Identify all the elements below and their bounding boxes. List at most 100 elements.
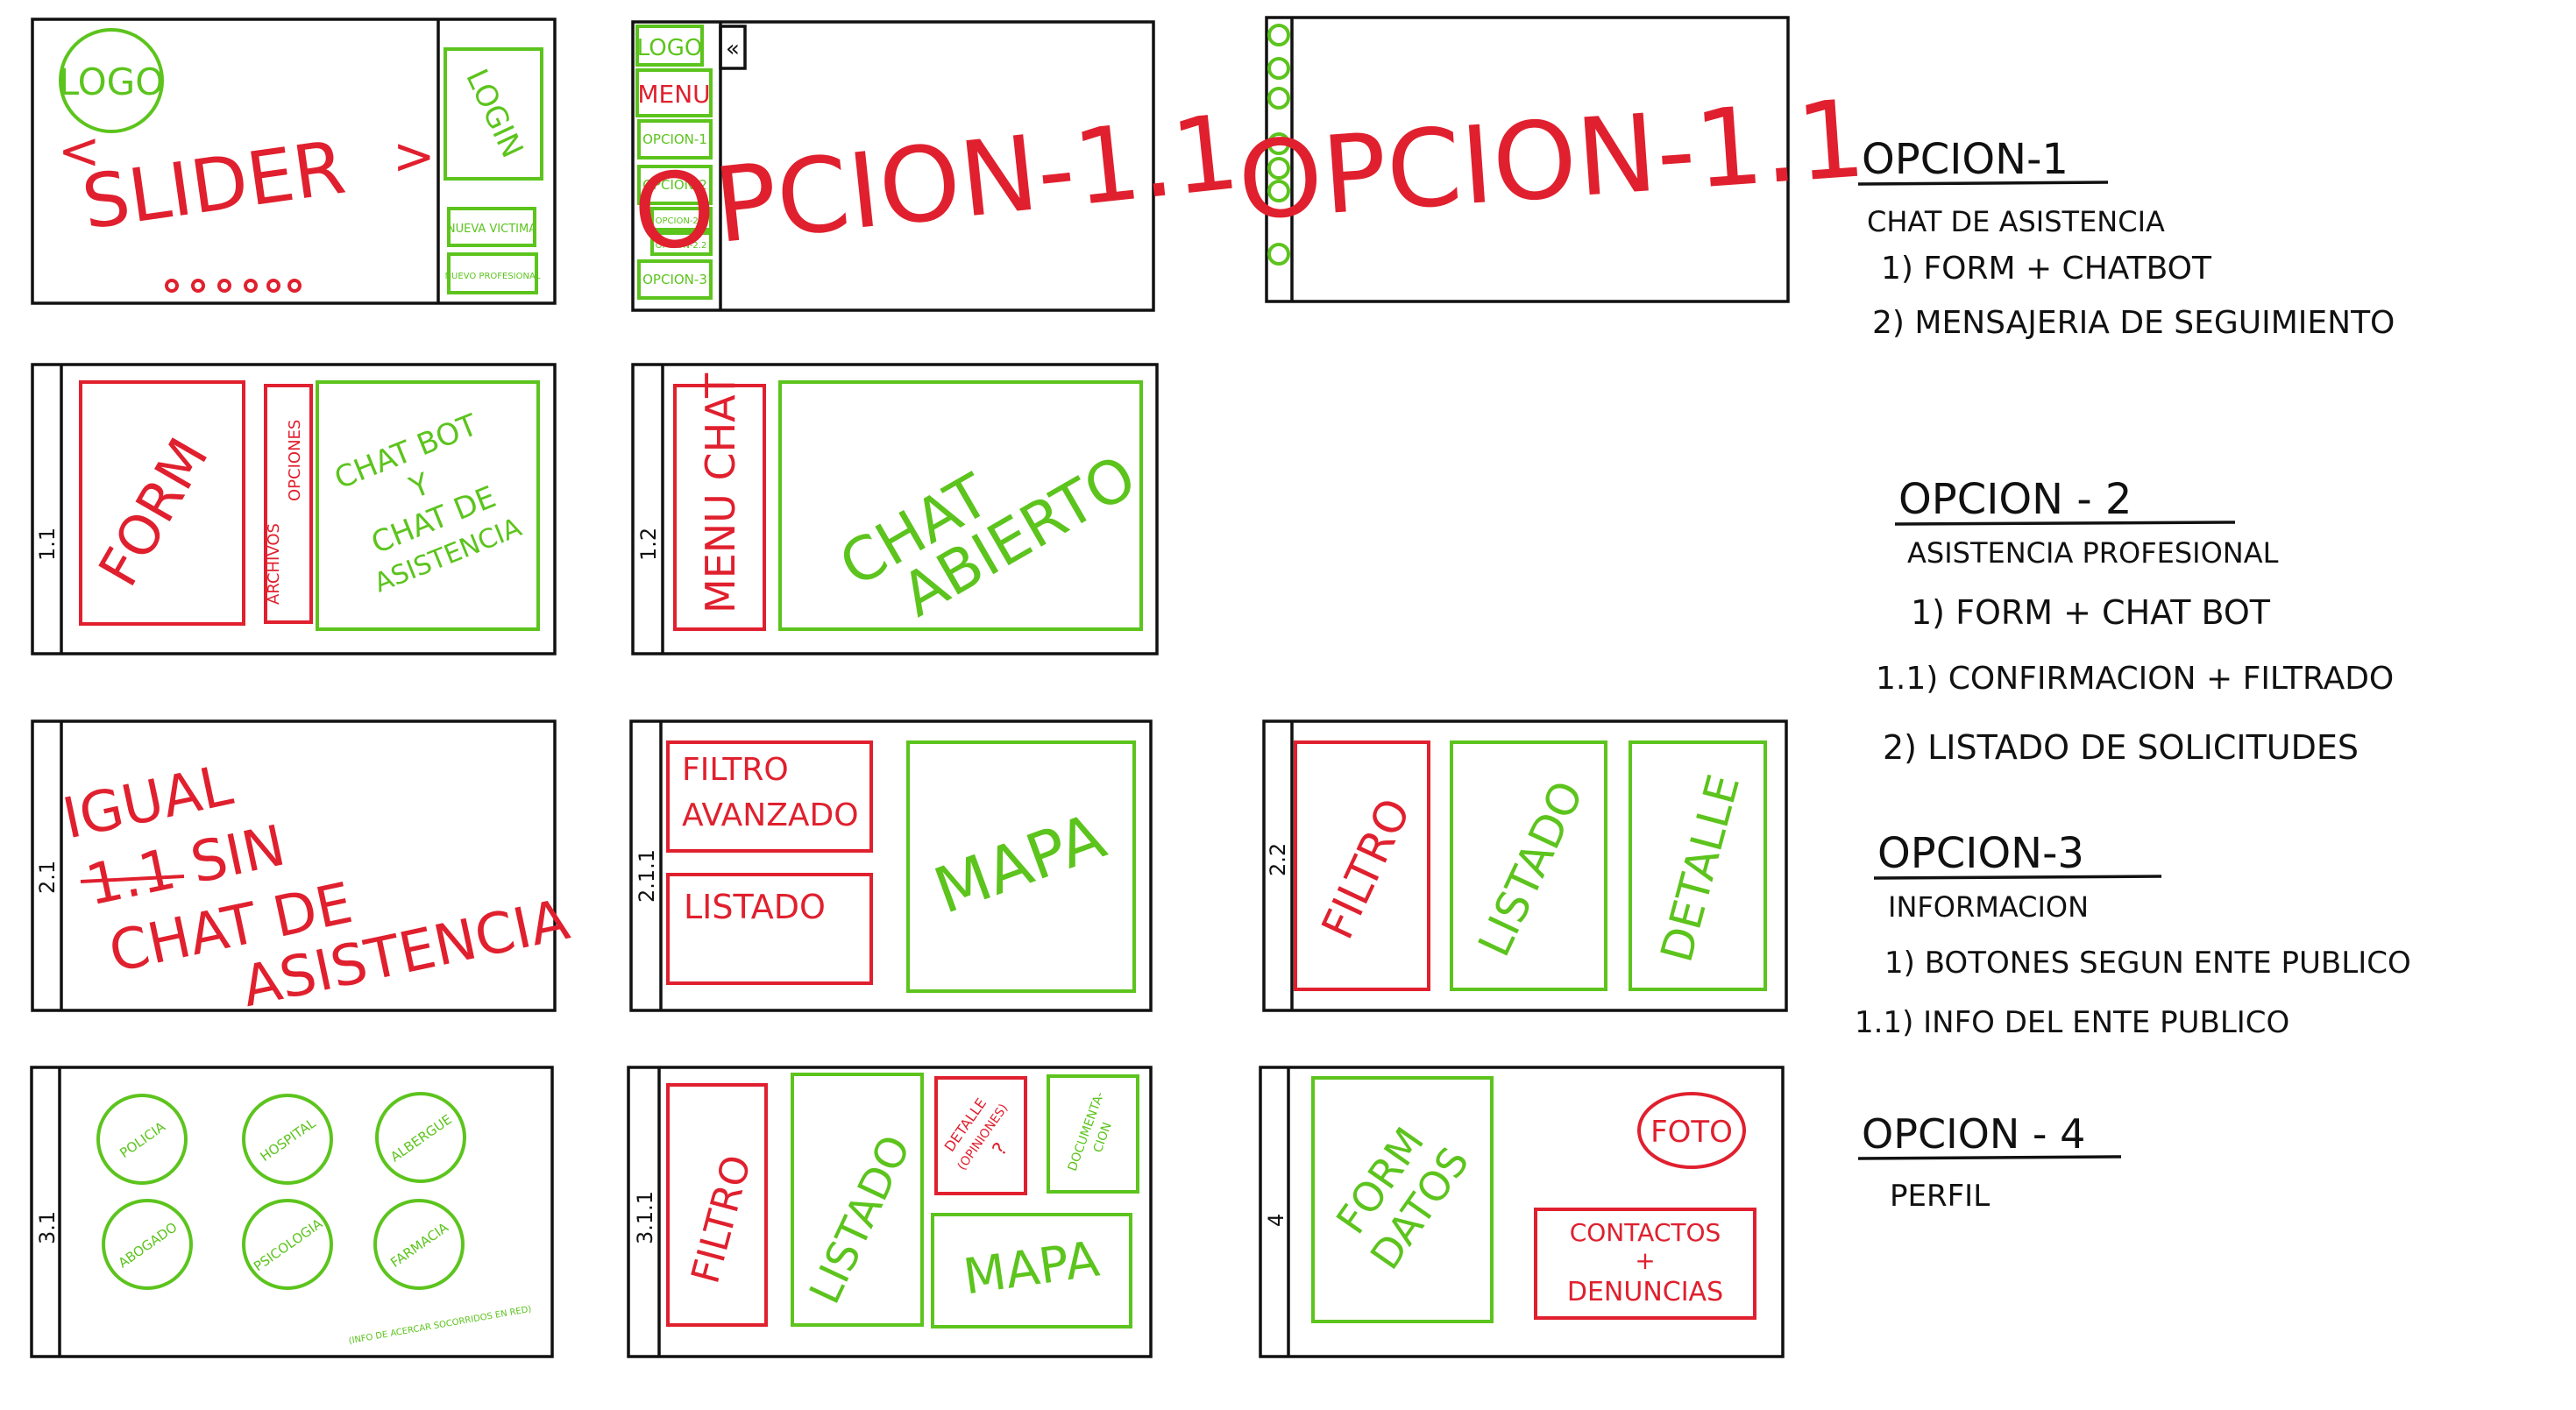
circle-label: PSICOLOGIA [251,1215,326,1274]
notes-opcion-2: OPCION - 2 ASISTENCIA PROFESIONAL 1) FOR… [1876,475,2394,767]
note-item: 1.1) CONFIRMACION + FILTRADO [1876,661,2394,697]
frame-2-1: 2.1 IGUAL 1.1 SIN CHAT DE ASISTENCIA [31,719,575,1020]
slider-dot[interactable] [266,279,280,293]
info-note: (INFO DE ACERCAR SOCORRIDOS EN RED) [348,1305,532,1347]
form-label: FORM [86,428,221,597]
note-item: 1) FORM + CHAT BOT [1911,593,2271,632]
notes-opcion-4: OPCION - 4 PERFIL [1857,1110,2122,1214]
note-title-underline [1894,521,2236,526]
slider-dot[interactable] [244,279,258,293]
contactos-line: + [1635,1246,1655,1275]
note-title: OPCION-1 [1862,135,2069,184]
nueva-victima-label: NUEVA VICTIMA [447,223,536,236]
mapa-label: MAPA [960,1231,1103,1307]
wireframe-sketch-sheet: LOGO < SLIDER > LOGIN NUEVA VICTIMA NUEV… [30,16,2411,1358]
frame-id-label: 4 [1264,1214,1288,1227]
listado-label: LISTADO [800,1128,920,1311]
chat-abierto-text: CHAT ABIERTO [828,443,1147,631]
filtro-label: FILTRO [1312,790,1421,946]
frame-id-label: 2.2 [1266,843,1290,876]
filtro-avanzado-line: FILTRO [682,752,789,788]
slider-dot[interactable] [165,279,179,293]
listado-label: LISTADO [684,888,826,926]
slider-dots [165,279,302,293]
note-title: OPCION-3 [1877,829,2084,878]
contactos-line: DENUNCIAS [1567,1277,1723,1307]
slider-next-arrow[interactable]: > [393,126,436,186]
note-title-underline [1873,875,2162,880]
sidebar-icon[interactable] [1267,24,1290,46]
note-item: 1) FORM + CHATBOT [1881,251,2212,287]
frame-menu-expanded: LOGO « MENU OPCION-1 OPCION-2 OPCION-2.1… [628,20,1245,312]
note-title: OPCION - 4 [1862,1110,2085,1158]
frame-id-label: 2.1 [35,861,60,894]
frame-menu-collapsed: OPCION-1.1 [1234,16,1869,303]
notes-opcion-3: OPCION-3 INFORMACION 1) BOTONES SEGUN EN… [1855,829,2411,1040]
login-label: LOGIN [458,64,529,163]
slider-dot[interactable] [191,279,205,293]
sidebar-logo-label: LOGO [637,35,703,61]
frame-2-2: 2.2 FILTRO LISTADO DETALLE [1262,719,1788,1012]
note-title-underline [1857,1155,2122,1160]
sidebar-icon[interactable] [1267,243,1290,266]
note-subtitle: PERFIL [1890,1179,1990,1214]
contactos-line: CONTACTOS [1570,1218,1721,1247]
frame-2-1-1: 2.1.1 FILTRO AVANZADO LISTADO MAPA [629,719,1153,1012]
sidebar-icon[interactable] [1267,87,1290,110]
sidebar-item-label: OPCION-1 [642,131,707,147]
frame-landing: LOGO < SLIDER > LOGIN NUEVA VICTIMA NUEV… [31,18,557,305]
collapse-icon: « [726,36,740,62]
form-datos-text: FORM DATOS [1327,1119,1479,1278]
documentacion-text: DOCUMENTA- CION [1066,1090,1115,1173]
igual-text: IGUAL 1.1 SIN CHAT DE ASISTENCIA [58,753,575,1020]
chatbot-text: CHAT BOT Y CHAT DE ASISTENCIA [330,407,526,599]
notes-column: OPCION-1 CHAT DE ASISTENCIA 1) FORM + CH… [1855,135,2411,1214]
detalle-label: DETALLE [1651,769,1750,967]
circle-label: ABOGADO [116,1219,181,1271]
sidebar-item-label: OPCION-3 [642,272,707,287]
slider-dot[interactable] [287,279,302,293]
sidebar-menu-label: MENU [637,80,710,109]
frame-3-1-1: 3.1.1 FILTRO LISTADO DETALLE (OPINIONES)… [627,1066,1153,1358]
filtro-label: FILTRO [683,1151,760,1288]
filtro-avanzado-line: AVANZADO [682,797,859,833]
note-subtitle: CHAT DE ASISTENCIA [1867,205,2165,238]
frame-4: 4 FORM DATOS FOTO CONTACTOS + DENUNCIAS [1259,1066,1785,1358]
note-item: 2) LISTADO DE SOLICITUDES [1883,728,2359,767]
foto-label: FOTO [1650,1115,1733,1150]
chatbot-line: CHAT BOT [330,407,482,497]
opciones-label: OPCIONES [286,420,304,501]
detalle-text: DETALLE (OPINIONES) ? [941,1095,1013,1173]
frame-1-1: 1.1 FORM ARCHIVOS OPCIONES CHAT BOT Y CH… [31,363,557,655]
slider-label: SLIDER [77,124,351,246]
detalle-line: ? [989,1139,1012,1160]
frame-id-label: 3.1 [35,1211,60,1244]
circle-label: POLICIA [117,1118,168,1161]
note-item: 1) BOTONES SEGUN ENTE PUBLICO [1884,946,2411,981]
note-item: 1.1) INFO DEL ENTE PUBLICO [1855,1005,2289,1040]
frame-id-label: 1.2 [636,528,661,561]
chatbot-line: Y [404,466,435,506]
listado-label: LISTADO [1468,773,1593,964]
frame-id-label: 1.1 [35,528,60,561]
circle-label: HOSPITAL [258,1115,319,1165]
content-label: OPCION-1.1 [1234,76,1869,244]
frame-3-1: 3.1 POLICIA HOSPITAL ALBERGUE ABOGADO PS… [30,1066,554,1358]
logo-label: LOGO [59,60,165,103]
mapa-label: MAPA [925,799,1114,928]
note-subtitle: ASISTENCIA PROFESIONAL [1907,536,2279,570]
slider-dot[interactable] [217,279,231,293]
nuevo-profesional-label: NUEVO PROFESIONAL [445,272,541,281]
archivos-label: ARCHIVOS [265,523,283,605]
note-title: OPCION - 2 [1898,475,2132,524]
frame-id-label: 2.1.1 [635,849,659,903]
frame-id-label: 3.1.1 [633,1191,657,1244]
circle-label: ALBERGUE [387,1111,455,1165]
frame-1-2: 1.2 MENU CHAT CHAT ABIERTO [631,363,1159,655]
circle-label: FARMACIA [387,1219,451,1271]
note-item: 2) MENSAJERIA DE SEGUIMIENTO [1872,305,2395,341]
note-subtitle: INFORMACION [1888,890,2089,924]
note-title-underline [1857,181,2109,186]
menu-chat-label: MENU CHAT [697,372,744,613]
sidebar-icon[interactable] [1267,57,1290,80]
